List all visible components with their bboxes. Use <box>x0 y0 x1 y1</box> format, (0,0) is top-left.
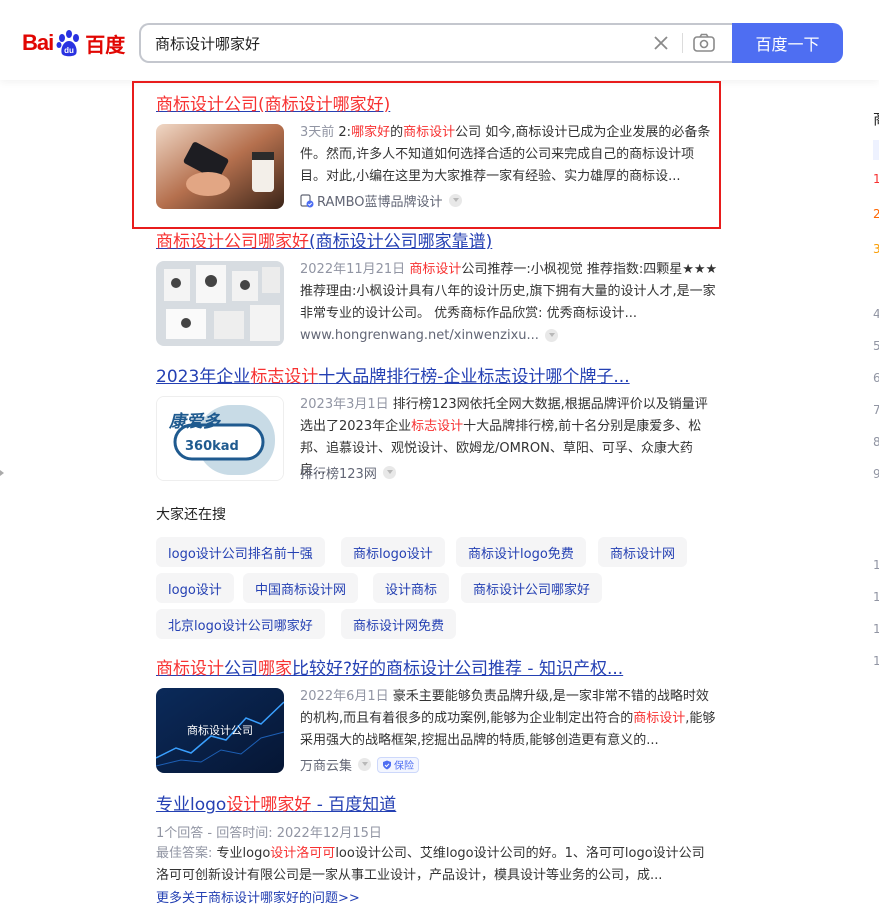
svg-text:du: du <box>64 46 74 55</box>
paw-icon: du <box>54 28 84 58</box>
right-panel-block <box>873 140 879 160</box>
result-title[interactable]: 商标设计公司哪家比较好?好的商标设计公司推荐 - 知识产权... <box>156 658 726 680</box>
related-search-chip[interactable]: 北京logo设计公司哪家好 <box>156 609 325 639</box>
hot-rank-item[interactable]: 7 <box>873 403 879 417</box>
logo-text-bai: Bai <box>22 30 54 55</box>
result-thumbnail[interactable]: 康爱多 360kad <box>156 396 284 481</box>
result-source[interactable]: www.hongrenwang.net/xinwenzixu... <box>300 328 558 343</box>
result-title[interactable]: 2023年企业标志设计十大品牌排行榜-企业标志设计哪个牌子... <box>156 366 726 388</box>
hot-rank-item[interactable]: 1 <box>873 558 879 572</box>
result-title[interactable]: 专业logo设计哪家好 - 百度知道 <box>156 794 726 816</box>
search-input[interactable] <box>155 25 635 61</box>
logo-text-baidu: 百度 <box>85 34 126 57</box>
insurance-badge: 保险 <box>377 756 420 773</box>
top-bar: Bai du 百度 百度一下 <box>0 0 879 80</box>
related-search-chip[interactable]: 商标设计公司哪家好 <box>461 573 603 603</box>
right-panel-title: 商 <box>873 108 879 129</box>
result-source[interactable]: 排行榜123网 <box>300 463 396 482</box>
shield-icon <box>383 760 392 769</box>
thumb-text: 360kad <box>185 439 239 454</box>
hot-rank-item[interactable]: 3 <box>873 242 879 256</box>
search-button[interactable]: 百度一下 <box>732 23 843 63</box>
camera-icon[interactable] <box>692 32 716 54</box>
result-snippet: 2022年6月1日 豪禾主要能够负责品牌升级,是一家非常不错的战略时效的机构,而… <box>300 689 716 748</box>
divider <box>682 33 683 53</box>
result-thumbnail[interactable]: 商标设计公司 <box>156 688 284 773</box>
hot-rank-item[interactable]: 1 <box>873 172 879 186</box>
collapse-arrow-icon[interactable] <box>0 470 4 476</box>
related-search-chip[interactable]: 商标logo设计 <box>341 537 445 567</box>
result-title[interactable]: 商标设计公司哪家好(商标设计公司哪家靠谱) <box>156 231 726 253</box>
hot-rank-item[interactable]: 4 <box>873 307 879 321</box>
hot-rank-item[interactable]: 2 <box>873 207 879 221</box>
more-questions-link[interactable]: 更多关于商标设计哪家好的问题>> <box>156 887 726 906</box>
dropdown-icon[interactable] <box>382 466 396 479</box>
hot-rank-item[interactable]: 1 <box>873 654 879 668</box>
related-search-chip[interactable]: 中国商标设计网 <box>243 573 359 603</box>
related-search-chip[interactable]: 商标设计网 <box>598 537 688 567</box>
thumb-text: 商标设计公司 <box>187 723 253 737</box>
result-item: 2023年企业标志设计十大品牌排行榜-企业标志设计哪个牌子... 康爱多 360… <box>156 366 726 482</box>
hot-rank-item[interactable]: 5 <box>873 339 879 353</box>
hot-rank-item[interactable]: 8 <box>873 435 879 449</box>
dropdown-icon[interactable] <box>358 758 372 771</box>
result-thumbnail[interactable] <box>156 261 284 346</box>
baidu-logo[interactable]: Bai du 百度 <box>22 26 125 60</box>
result-snippet: 2022年11月21日 商标设计公司推荐一:小枫视觉 推荐指数:四颗星★★★ 推… <box>300 262 718 321</box>
hot-rank-item[interactable]: 1 <box>873 590 879 604</box>
related-searches-title: 大家还在搜 <box>156 507 226 523</box>
clear-icon[interactable] <box>651 33 671 53</box>
hot-rank-item[interactable]: 9 <box>873 467 879 481</box>
related-search-chip[interactable]: 商标设计网免费 <box>341 609 457 639</box>
thumb-text: 康爱多 <box>168 412 222 432</box>
hot-rank-item[interactable]: 1 <box>873 622 879 636</box>
related-search-chip[interactable]: logo设计 <box>156 573 234 603</box>
answer-meta: 1个回答 - 回答时间: 2022年12月15日 <box>156 826 382 841</box>
hot-rank-item[interactable]: 6 <box>873 371 879 385</box>
search-box <box>139 23 732 63</box>
result-item: 专业logo设计哪家好 - 百度知道 1个回答 - 回答时间: 2022年12月… <box>156 794 726 906</box>
related-search-chip[interactable]: 商标设计logo免费 <box>456 537 586 567</box>
dropdown-icon[interactable] <box>544 329 558 342</box>
best-answer: 最佳答案: 专业logo设计洛可可loo设计公司、艾维logo设计公司的好。1、… <box>156 846 705 883</box>
result-source[interactable]: 万商云集 保险 <box>300 755 420 774</box>
result-item: 商标设计公司哪家好(商标设计公司哪家靠谱) 2022年11月21日 商标设计公司… <box>156 231 726 347</box>
highlight-box <box>132 81 721 229</box>
related-search-chip[interactable]: logo设计公司排名前十强 <box>156 537 325 567</box>
result-item: 商标设计公司哪家比较好?好的商标设计公司推荐 - 知识产权... 商标设计公司 … <box>156 658 726 774</box>
related-search-chip[interactable]: 设计商标 <box>373 573 450 603</box>
